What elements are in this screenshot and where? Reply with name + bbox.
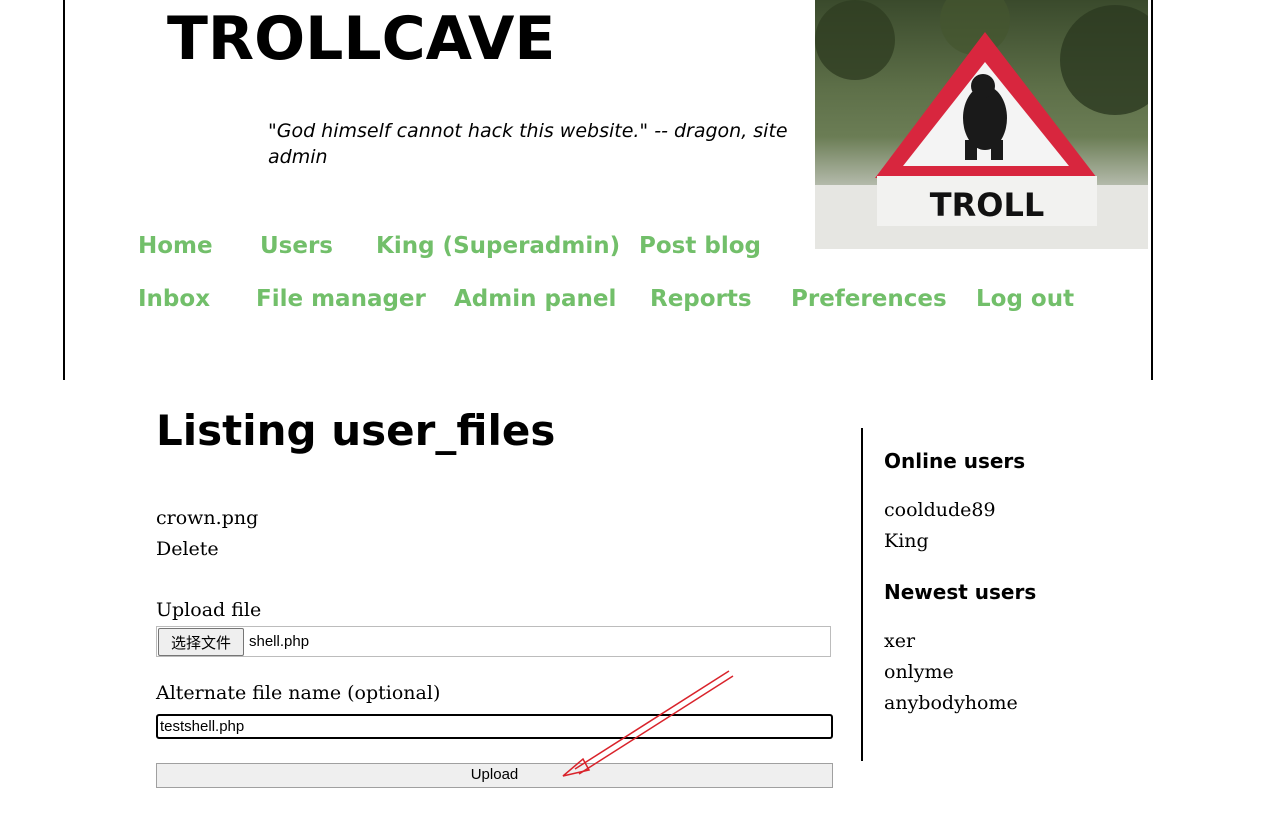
site-title: TROLLCAVE [167,4,556,74]
nav-preferences[interactable]: Preferences [791,286,947,312]
alternate-filename-input[interactable] [156,714,833,739]
page-title: Listing user_files [156,406,556,455]
newest-user-item[interactable]: xer [884,630,915,652]
delete-file-link[interactable]: Delete [156,538,219,560]
nav-home[interactable]: Home [138,233,213,259]
newest-user-item[interactable]: onlyme [884,661,954,683]
troll-sign-image: TROLL [815,0,1148,249]
troll-sign-icon: TROLL [815,0,1148,249]
nav-post-blog[interactable]: Post blog [639,233,761,259]
newest-user-item[interactable]: anybodyhome [884,692,1018,714]
nav-users[interactable]: Users [260,233,333,259]
nav-inbox[interactable]: Inbox [138,286,210,312]
online-user-item[interactable]: cooldude89 [884,499,996,521]
nav-file-manager[interactable]: File manager [256,286,426,312]
nav-admin-panel[interactable]: Admin panel [454,286,616,312]
site-tagline: "God himself cannot hack this website." … [268,120,788,168]
sidebar-divider [861,428,863,761]
file-upload-input[interactable]: 选择文件 shell.php [156,626,831,657]
online-users-heading: Online users [884,449,1026,473]
newest-users-heading: Newest users [884,580,1037,604]
nav-log-out[interactable]: Log out [976,286,1074,312]
upload-button[interactable]: Upload [156,763,833,788]
file-item-name[interactable]: crown.png [156,507,258,529]
online-user-item[interactable]: King [884,530,929,552]
chosen-file-name: shell.php [249,633,310,650]
nav-reports[interactable]: Reports [650,286,752,312]
nav-king-superadmin[interactable]: King (Superadmin) [376,233,620,259]
choose-file-button[interactable]: 选择文件 [158,628,244,656]
alternate-filename-label: Alternate file name (optional) [156,682,441,704]
upload-file-label: Upload file [156,599,262,621]
troll-sign-text: TROLL [930,186,1044,224]
